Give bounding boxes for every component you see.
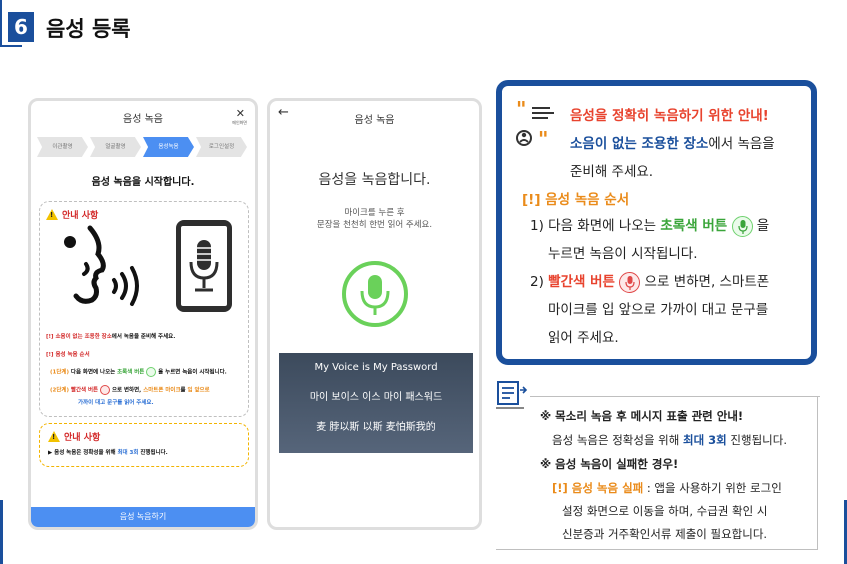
left-edge-bar bbox=[0, 500, 3, 564]
screen-title: 음성 녹음 bbox=[123, 114, 163, 125]
notice-box-attempts: ! 안내 사항 ▶ 음성 녹음은 정확성을 위해 최대 3회 진행됩니다. bbox=[39, 423, 249, 467]
speech-guide-icon: " " bbox=[516, 100, 554, 148]
close-label: 메인화면 bbox=[232, 120, 247, 125]
guide-line-8: 읽어 주세요. bbox=[548, 330, 619, 346]
microphone-icon bbox=[189, 240, 219, 292]
notice-line-3: (1단계) 다음 화면에 나오는 초록색 버튼 을 누르면 녹음이 시작됩니다. bbox=[50, 367, 227, 377]
tab-voice-record[interactable]: 음성녹음 bbox=[143, 137, 194, 157]
guide-line-3: [!] 음성 녹음 순서 bbox=[522, 192, 630, 208]
phone-screen-voice-record: ← 음성 녹음 음성을 녹음합니다. 마이크를 누른 후 문장을 천천히 한번 … bbox=[267, 98, 482, 530]
speaking-face-icon bbox=[64, 225, 139, 306]
tab-face-photo[interactable]: 얼굴촬영 bbox=[90, 137, 141, 157]
section-header: 6 음성 등록 bbox=[0, 0, 847, 48]
green-mic-icon bbox=[731, 215, 753, 237]
smartphone-icon bbox=[176, 220, 232, 312]
instruction-text: 마이크를 누른 후 문장을 천천히 한번 읽어 주세요. bbox=[316, 208, 433, 230]
info-line-4: [!] 음성 녹음 실패 : 앱을 사용하기 위한 로그인 bbox=[552, 481, 782, 495]
info-line-2: 음성 녹음은 정확성을 위해 최대 3회 진행됩니다. bbox=[552, 433, 787, 447]
info-line-3: ※ 음성 녹음이 실패한 경우! bbox=[540, 457, 679, 471]
attempts-text: ▶ 음성 녹음은 정확성을 위해 최대 3회 진행됩니다. bbox=[48, 450, 168, 456]
guide-line-5: 누르면 녹음이 시작됩니다. bbox=[548, 246, 698, 262]
screen-heading: 음성을 녹음합니다. bbox=[318, 172, 431, 188]
tab-login-settings[interactable]: 로그인설정 bbox=[196, 137, 247, 157]
step-tabs: 이관촬영 얼굴촬영 음성녹음 로그인설정 bbox=[37, 137, 249, 157]
notice-title: 안내 사항 bbox=[64, 433, 101, 443]
warning-icon: ! bbox=[48, 431, 60, 442]
guide-line-7: 마이크를 입 앞으로 가까이 대고 문구를 bbox=[548, 302, 769, 318]
green-mic-icon bbox=[146, 367, 157, 377]
info-line-6: 신분증과 거주확인서류 제출이 필요합니다. bbox=[562, 527, 768, 541]
svg-text:": " bbox=[516, 100, 526, 121]
passphrase-english: My Voice is My Password bbox=[314, 362, 438, 373]
record-voice-button[interactable]: 음성 녹음하기 bbox=[31, 507, 255, 527]
svg-text:": " bbox=[538, 127, 548, 148]
guide-line-2: 준비해 주세요. bbox=[570, 164, 654, 180]
microphone-icon bbox=[360, 275, 390, 315]
notice-box: ! 안내 사항 [!] 소음이 없는 조용한 장소에서 녹음을 준비해 주세요.… bbox=[39, 201, 249, 417]
notice-line-5: 가까이 대고 문구를 읽어 주세요. bbox=[78, 400, 154, 406]
close-icon[interactable]: ✕ bbox=[236, 107, 245, 120]
notice-line-4: (2단계) 빨간색 버튼 으로 변하면, 스마트폰 마이크를 입 앞으로 bbox=[50, 385, 210, 395]
passphrase-panel: My Voice is My Password 마이 보이스 이스 마이 패스워… bbox=[279, 353, 473, 453]
passphrase-chinese: 麦 脖以斯 以斯 麦怕斯我的 bbox=[316, 422, 436, 433]
notice-header: ! 안내 사항 bbox=[48, 430, 100, 443]
section-title: 음성 등록 bbox=[46, 17, 131, 41]
notice-line-1: [!] 소음이 없는 조용한 장소에서 녹음을 준비해 주세요. bbox=[46, 334, 176, 340]
phone-screen-voice-intro: 음성 녹음 ✕ 메인화면 이관촬영 얼굴촬영 음성녹음 로그인설정 음성 녹음을… bbox=[28, 98, 258, 530]
screen-heading: 음성 녹음을 시작합니다. bbox=[91, 177, 195, 188]
notice-line-2: [!] 음성 녹음 순서 bbox=[46, 352, 90, 358]
screen-title: 음성 녹음 bbox=[354, 115, 395, 126]
red-mic-icon bbox=[100, 385, 111, 395]
notice-header: ! 안내 사항 bbox=[46, 208, 98, 221]
notice-document-icon bbox=[496, 381, 528, 409]
header-accent-line bbox=[0, 0, 2, 46]
passphrase-korean: 마이 보이스 이스 마이 패스워드 bbox=[309, 392, 443, 403]
record-mic-button[interactable] bbox=[342, 261, 408, 327]
red-mic-icon bbox=[619, 271, 641, 293]
header-underline bbox=[0, 45, 22, 47]
info-line-1: ※ 목소리 녹음 후 메시지 표출 관련 안내! bbox=[540, 409, 744, 423]
step-number: 6 bbox=[8, 12, 34, 42]
guide-title: 음성을 정확히 녹음하기 위한 안내! bbox=[570, 108, 769, 124]
recording-guide-panel: " " 음성을 정확히 녹음하기 위한 안내! 소음이 없는 조용한 장소에서 … bbox=[496, 80, 817, 365]
guide-line-1: 소음이 없는 조용한 장소에서 녹음을 bbox=[570, 136, 775, 152]
guide-line-6: 2) 빨간색 버튼 으로 변하면, 스마트폰 bbox=[530, 270, 769, 293]
warning-icon: ! bbox=[46, 209, 58, 220]
info-line-5: 설정 화면으로 이동을 하며, 수급권 확인 시 bbox=[562, 504, 768, 518]
notice-title: 안내 사항 bbox=[62, 211, 99, 221]
guide-line-4: 1) 다음 화면에 나오는 초록색 버튼 을 bbox=[530, 214, 769, 237]
tab-id-photo[interactable]: 이관촬영 bbox=[37, 137, 88, 157]
